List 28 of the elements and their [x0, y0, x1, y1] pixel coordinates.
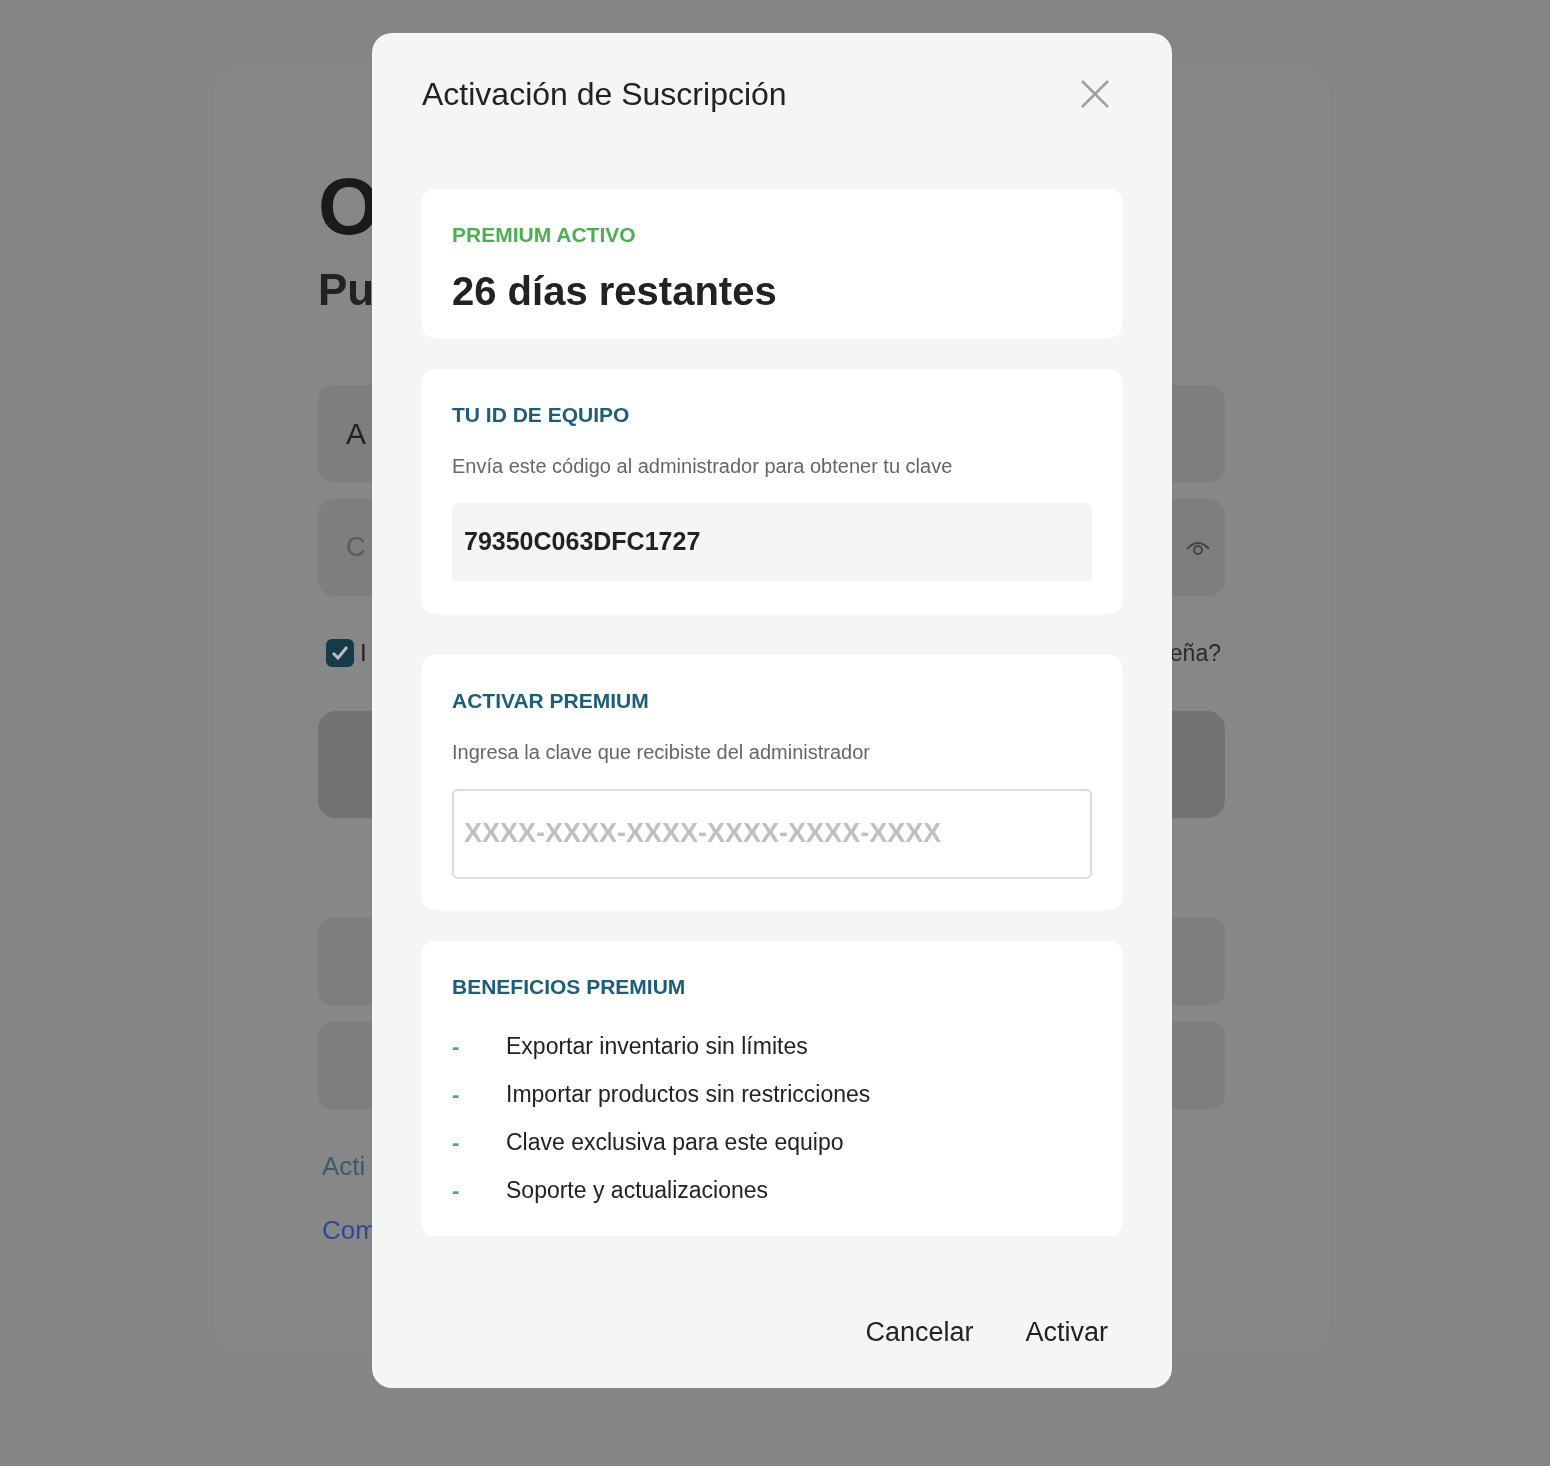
status-label: PREMIUM ACTIVO	[452, 222, 636, 248]
section-title: BENEFICIOS PREMIUM	[452, 974, 686, 1000]
license-key-field[interactable]: XXXX-XXXX-XXXX-XXXX-XXXX-XXXX	[452, 788, 1092, 879]
check-icon	[331, 645, 349, 661]
benefit-text: Clave exclusiva para este equipo	[506, 1127, 844, 1157]
forgot-password-link[interactable]: eña?	[1169, 635, 1225, 671]
days-remaining: 26 días restantes	[452, 267, 777, 315]
checkbox-label: I	[360, 638, 367, 668]
dialog-button[interactable]: Activar	[1011, 1308, 1122, 1356]
bullet: -	[452, 1080, 461, 1109]
section-description: Ingresa la clave que recibiste del administrador	[452, 739, 870, 765]
page-subheading: Pu	[318, 264, 375, 316]
device-id-field: 79350C063DFC1727	[452, 502, 1092, 582]
benefit-text: Exportar inventario sin límites	[506, 1031, 808, 1061]
bullet: -	[452, 1128, 461, 1157]
field-value: A	[346, 416, 366, 452]
text-link[interactable]: Acti	[322, 1147, 366, 1185]
close-icon	[1081, 80, 1109, 108]
dialog-title: Activación de Suscripción	[422, 75, 787, 114]
checkbox[interactable]	[326, 639, 354, 667]
section-title: ACTIVAR PREMIUM	[452, 688, 649, 714]
section-description: Envía este código al administrador para obtener tu clave	[452, 453, 953, 479]
bullet: -	[452, 1176, 461, 1205]
benefit-text: Soporte y actualizaciones	[506, 1175, 769, 1205]
dialog-button[interactable]: Cancelar	[851, 1308, 988, 1356]
section-title: TU ID DE EQUIPO	[452, 402, 630, 428]
bullet: -	[452, 1032, 461, 1061]
benefit-text: Importar productos sin restricciones	[506, 1079, 871, 1109]
